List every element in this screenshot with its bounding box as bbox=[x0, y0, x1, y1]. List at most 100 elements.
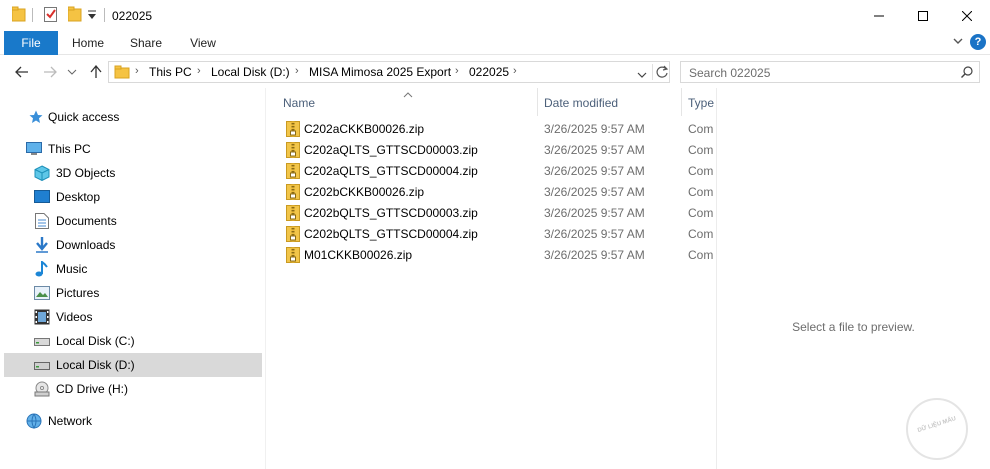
nav-label: Network bbox=[48, 414, 93, 428]
close-button[interactable] bbox=[944, 0, 990, 31]
folder-icon bbox=[114, 64, 130, 83]
file-date-modified: 3/26/2025 9:57 AM bbox=[544, 227, 645, 241]
nav-item-documents[interactable]: Documents bbox=[4, 209, 262, 233]
file-row[interactable]: C202aQLTS_GTTSCD00003.zip 3/26/2025 9:57 … bbox=[266, 139, 716, 160]
zip-file-icon bbox=[286, 226, 300, 245]
drive-icon bbox=[34, 333, 50, 349]
file-row[interactable]: C202bQLTS_GTTSCD00003.zip 3/26/2025 9:57 … bbox=[266, 202, 716, 223]
zip-file-icon bbox=[286, 184, 300, 203]
file-date-modified: 3/26/2025 9:57 AM bbox=[544, 143, 645, 157]
file-type: Com bbox=[688, 185, 714, 199]
nav-item-pictures[interactable]: Pictures bbox=[4, 281, 262, 305]
column-separator[interactable] bbox=[537, 88, 538, 116]
nav-item-downloads[interactable]: Downloads bbox=[4, 233, 262, 257]
breadcrumb-local-disk-d[interactable]: Local Disk (D:) bbox=[211, 65, 290, 79]
column-separator[interactable] bbox=[681, 88, 682, 116]
back-button[interactable] bbox=[14, 64, 30, 80]
tab-file[interactable]: File bbox=[4, 31, 58, 55]
file-date-modified: 3/26/2025 9:57 AM bbox=[544, 185, 645, 199]
nav-label: Local Disk (D:) bbox=[56, 358, 135, 372]
properties-icon[interactable] bbox=[44, 6, 58, 25]
file-row[interactable]: M01CKKB00026.zip 3/26/2025 9:57 AM Com bbox=[266, 244, 716, 265]
search-icon[interactable] bbox=[961, 66, 973, 81]
tab-share[interactable]: Share bbox=[124, 31, 168, 55]
downloads-icon bbox=[34, 237, 50, 253]
nav-label: Music bbox=[56, 262, 88, 276]
drive-icon bbox=[34, 357, 50, 373]
file-type: Com bbox=[688, 122, 714, 136]
address-bar[interactable]: › This PC › Local Disk (D:) › MISA Mimos… bbox=[108, 61, 670, 83]
file-name: C202bCKKB00026.zip bbox=[304, 185, 425, 199]
file-row[interactable]: C202bQLTS_GTTSCD00004.zip 3/26/2025 9:57 … bbox=[266, 223, 716, 244]
nav-item-this-pc[interactable]: This PC bbox=[4, 137, 262, 161]
3d-objects-icon bbox=[34, 165, 50, 181]
nav-item-videos[interactable]: Videos bbox=[4, 305, 262, 329]
file-list: Name Date modified Type C202aCKKB00026.z… bbox=[266, 88, 716, 469]
forward-arrow-icon bbox=[44, 66, 57, 78]
file-row[interactable]: C202aQLTS_GTTSCD00004.zip 3/26/2025 9:57 … bbox=[266, 160, 716, 181]
pictures-icon bbox=[34, 285, 50, 301]
file-type: Com bbox=[688, 248, 714, 262]
search-input[interactable]: Search 022025 bbox=[680, 61, 980, 83]
star-icon bbox=[28, 109, 44, 125]
breadcrumb-022025[interactable]: 022025 bbox=[469, 65, 509, 79]
folder-icon[interactable] bbox=[11, 6, 26, 25]
back-arrow-icon bbox=[15, 66, 28, 78]
column-header-name[interactable]: Name bbox=[283, 89, 315, 117]
network-icon bbox=[26, 413, 42, 429]
toolbar-separator bbox=[104, 8, 105, 22]
zip-file-icon bbox=[286, 142, 300, 161]
desktop-icon bbox=[34, 189, 50, 205]
recent-locations-button[interactable] bbox=[64, 64, 80, 80]
tab-view[interactable]: View bbox=[182, 31, 224, 55]
up-button[interactable] bbox=[88, 64, 104, 80]
nav-item-quick-access[interactable]: Quick access bbox=[4, 105, 262, 129]
sort-ascending-icon bbox=[403, 88, 413, 102]
nav-item-music[interactable]: Music bbox=[4, 257, 262, 281]
forward-button[interactable] bbox=[42, 64, 58, 80]
nav-item-cd-drive-h[interactable]: CD Drive (H:) bbox=[4, 377, 262, 401]
nav-item-local-disk-c[interactable]: Local Disk (C:) bbox=[4, 329, 262, 353]
nav-item-local-disk-d[interactable]: Local Disk (D:) bbox=[4, 353, 262, 377]
search-placeholder: Search 022025 bbox=[689, 66, 771, 80]
file-name: M01CKKB00026.zip bbox=[304, 248, 413, 262]
chevron-down-icon bbox=[67, 69, 77, 75]
breadcrumb-separator: › bbox=[295, 65, 299, 77]
refresh-icon[interactable] bbox=[655, 65, 669, 82]
file-date-modified: 3/26/2025 9:57 AM bbox=[544, 122, 645, 136]
help-button[interactable]: ? bbox=[970, 34, 986, 50]
nav-item-3d-objects[interactable]: 3D Objects bbox=[4, 161, 262, 185]
column-header-date[interactable]: Date modified bbox=[544, 89, 618, 117]
address-dropdown-icon[interactable] bbox=[637, 68, 647, 82]
file-type: Com bbox=[688, 206, 714, 220]
nav-label: 3D Objects bbox=[56, 166, 116, 180]
breadcrumb-separator: › bbox=[197, 65, 201, 77]
zip-file-icon bbox=[286, 121, 300, 140]
minimize-button[interactable] bbox=[856, 0, 902, 31]
file-row[interactable]: C202aCKKB00026.zip 3/26/2025 9:57 AM Com bbox=[266, 118, 716, 139]
nav-item-desktop[interactable]: Desktop bbox=[4, 185, 262, 209]
videos-icon bbox=[34, 309, 50, 325]
file-name: C202aCKKB00026.zip bbox=[304, 122, 425, 136]
cd-drive-icon bbox=[34, 381, 50, 397]
breadcrumb-misa-export[interactable]: MISA Mimosa 2025 Export bbox=[309, 65, 451, 79]
window-title: 022025 bbox=[112, 9, 153, 23]
minimize-icon bbox=[874, 15, 884, 16]
file-type: Com bbox=[688, 143, 714, 157]
nav-label: Videos bbox=[56, 310, 93, 324]
file-row[interactable]: C202bCKKB00026.zip 3/26/2025 9:57 AM Com bbox=[266, 181, 716, 202]
up-arrow-icon bbox=[90, 65, 102, 78]
expand-ribbon-icon[interactable] bbox=[952, 35, 964, 50]
maximize-icon bbox=[918, 10, 928, 21]
zip-file-icon bbox=[286, 163, 300, 182]
file-name: C202aQLTS_GTTSCD00003.zip bbox=[304, 143, 478, 157]
customize-toolbar-icon[interactable] bbox=[88, 9, 96, 23]
music-icon bbox=[34, 261, 50, 277]
breadcrumb-this-pc[interactable]: This PC bbox=[149, 65, 192, 79]
new-folder-icon[interactable] bbox=[67, 6, 82, 25]
preview-message: Select a file to preview. bbox=[792, 320, 915, 334]
tab-home[interactable]: Home bbox=[66, 31, 110, 55]
maximize-button[interactable] bbox=[900, 0, 946, 31]
column-header-type[interactable]: Type bbox=[688, 89, 714, 117]
nav-item-network[interactable]: Network bbox=[4, 409, 262, 433]
